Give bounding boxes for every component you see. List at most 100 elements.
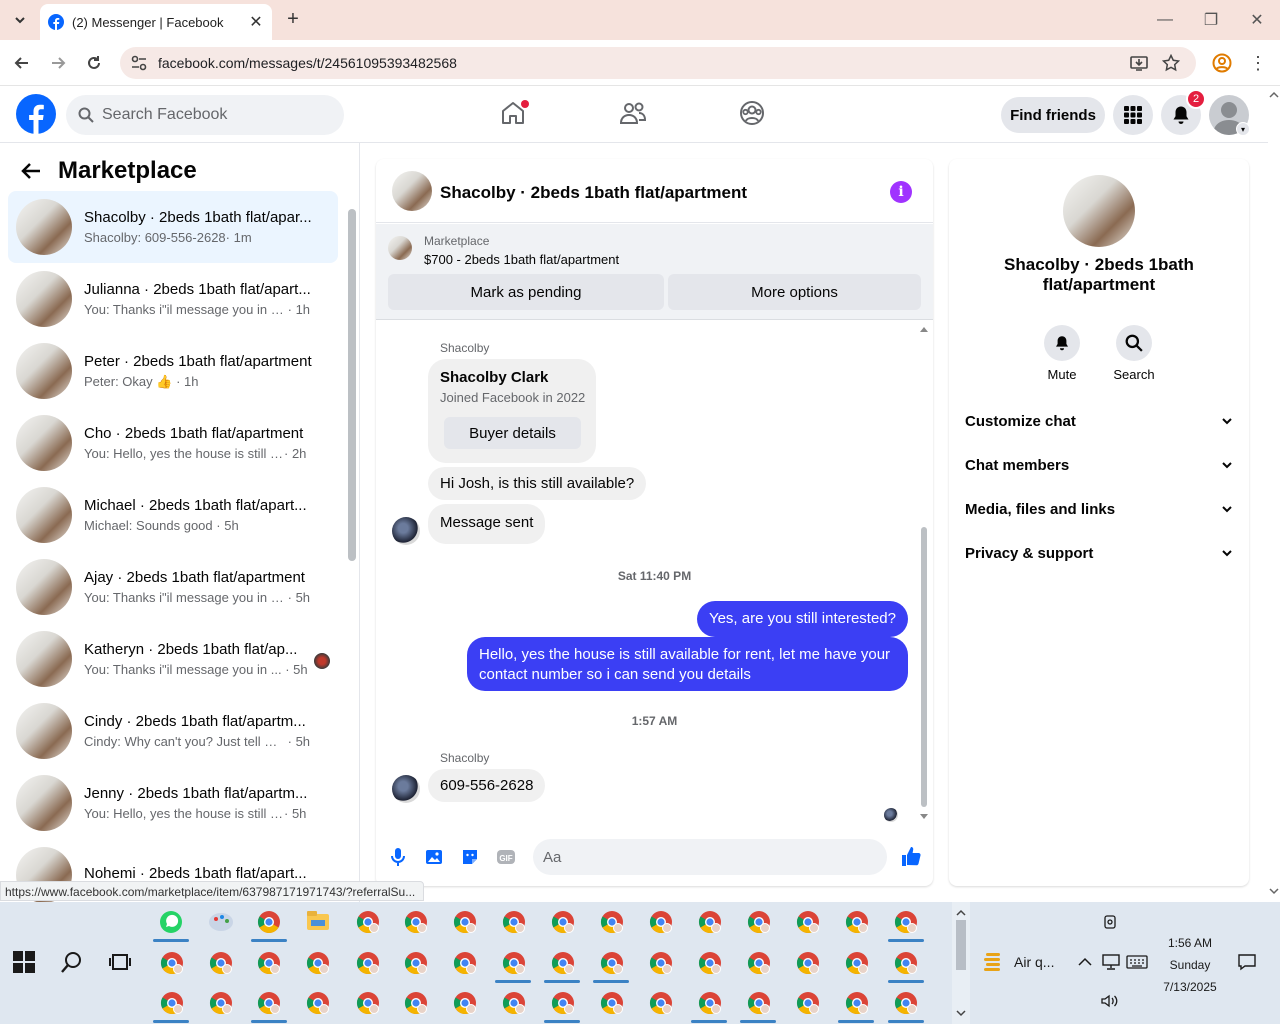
message-out[interactable]: Yes, are you still interested? bbox=[696, 601, 908, 637]
conversation-time: · 1m bbox=[225, 230, 252, 245]
sidebar-scrollbar-thumb[interactable] bbox=[348, 209, 356, 561]
conversation-preview: You: Thanks i"il message you in ... bbox=[84, 662, 282, 677]
message-in[interactable]: Message sent bbox=[428, 504, 546, 544]
find-friends-button[interactable]: Find friends bbox=[1001, 97, 1105, 133]
info-icon[interactable]: i bbox=[890, 181, 912, 203]
mark-pending-button[interactable]: Mark as pending bbox=[388, 274, 664, 310]
keyboard-icon[interactable] bbox=[1126, 955, 1148, 969]
conversation-item[interactable]: Cindy · 2beds 1bath flat/apartm... Cindy… bbox=[8, 695, 338, 767]
page-scrollbar[interactable] bbox=[1268, 87, 1280, 902]
tab-close-icon[interactable]: ✕ bbox=[248, 12, 264, 32]
conversation-item[interactable]: Jenny · 2beds 1bath flat/apartm... You: … bbox=[8, 767, 338, 839]
conversation-item[interactable]: Ajay · 2beds 1bath flat/apartment You: T… bbox=[8, 551, 338, 623]
conversation-item[interactable]: Michael · 2beds 1bath flat/apart... Mich… bbox=[8, 479, 338, 551]
facebook-logo-icon[interactable] bbox=[16, 94, 56, 134]
search-input[interactable] bbox=[102, 106, 332, 124]
conversation-time: · 5h bbox=[287, 734, 311, 749]
buyer-details-button[interactable]: Buyer details bbox=[444, 417, 581, 449]
new-tab-button[interactable]: + bbox=[282, 8, 304, 30]
taskbar-scrollbar[interactable] bbox=[952, 902, 970, 1024]
volume-icon[interactable] bbox=[1100, 993, 1118, 1009]
customize-chat-row[interactable]: Customize chat bbox=[965, 409, 1233, 433]
photo-icon[interactable] bbox=[424, 847, 444, 867]
chat-title[interactable]: Shacolby · 2beds 1bath flat/apartment bbox=[440, 183, 747, 203]
contact-avatar[interactable] bbox=[1063, 175, 1135, 247]
conversation-preview: Michael: Sounds good bbox=[84, 518, 213, 533]
conversation-item[interactable]: Cho · 2beds 1bath flat/apartment You: He… bbox=[8, 407, 338, 479]
profile-icon[interactable] bbox=[1212, 53, 1232, 73]
chat-scrollbar-thumb[interactable] bbox=[921, 527, 927, 807]
forward-button[interactable] bbox=[46, 51, 70, 75]
scroll-up-icon[interactable] bbox=[1268, 89, 1280, 101]
taskbar-search-icon[interactable] bbox=[60, 950, 84, 974]
weather-label[interactable]: Air q... bbox=[1014, 954, 1054, 970]
network-icon[interactable] bbox=[1102, 954, 1120, 970]
paint-icon bbox=[209, 913, 233, 931]
scroll-down-icon[interactable] bbox=[1268, 885, 1280, 897]
chat-scroll-down-icon[interactable] bbox=[919, 811, 929, 821]
meet-now-icon[interactable] bbox=[1102, 914, 1118, 930]
task-view-icon[interactable] bbox=[108, 950, 132, 974]
marketplace-sidebar: Marketplace Shacolby · 2beds 1bath flat/… bbox=[0, 143, 360, 902]
section-label: Media, files and links bbox=[965, 500, 1116, 518]
sender-avatar[interactable] bbox=[392, 517, 420, 545]
restore-button[interactable]: ❐ bbox=[1188, 0, 1234, 40]
conversation-time: · 1h bbox=[287, 302, 311, 317]
buyer-profile-card: Shacolby Clark Joined Facebook in 2022 B… bbox=[428, 359, 596, 463]
privacy-support-row[interactable]: Privacy & support bbox=[965, 541, 1233, 565]
browser-menu-button[interactable]: ⋮ bbox=[1249, 52, 1267, 74]
gif-icon[interactable]: GIF bbox=[496, 847, 516, 867]
groups-icon[interactable] bbox=[738, 99, 766, 127]
taskbar-apps[interactable] bbox=[148, 902, 940, 1024]
minimize-button[interactable]: — bbox=[1142, 0, 1188, 40]
chat-avatar[interactable] bbox=[392, 171, 432, 211]
more-options-button[interactable]: More options bbox=[668, 274, 921, 310]
account-chevron-icon[interactable]: ▾ bbox=[1236, 122, 1250, 136]
message-input[interactable] bbox=[543, 848, 843, 866]
reload-button[interactable] bbox=[82, 51, 106, 75]
media-files-row[interactable]: Media, files and links bbox=[965, 497, 1233, 521]
conversation-item[interactable]: Katheryn · 2beds 1bath flat/ap... You: T… bbox=[8, 623, 338, 695]
tab-search-dropdown[interactable] bbox=[8, 8, 32, 32]
message-in[interactable]: Hi Josh, is this still available? bbox=[428, 467, 647, 500]
search-action[interactable]: Search bbox=[1104, 325, 1164, 382]
mute-action[interactable]: Mute bbox=[1032, 325, 1092, 382]
search-label: Search bbox=[1113, 367, 1155, 382]
listing-thumbnail bbox=[16, 559, 72, 615]
back-arrow-icon[interactable] bbox=[20, 160, 42, 182]
facebook-search[interactable] bbox=[66, 95, 344, 135]
message-input-box[interactable] bbox=[533, 839, 887, 875]
friends-icon[interactable] bbox=[619, 99, 647, 127]
conversation-item[interactable]: Shacolby · 2beds 1bath flat/apar... Shac… bbox=[8, 191, 338, 263]
thumbs-up-icon[interactable] bbox=[900, 845, 922, 867]
site-settings-icon[interactable] bbox=[130, 54, 148, 72]
listing-title[interactable]: $700 - 2beds 1bath flat/apartment bbox=[424, 252, 619, 267]
back-button[interactable] bbox=[10, 51, 34, 75]
show-hidden-icons-icon[interactable] bbox=[1078, 957, 1092, 967]
install-app-icon[interactable] bbox=[1130, 54, 1148, 72]
notification-center-icon[interactable] bbox=[1237, 953, 1257, 971]
sticker-icon[interactable] bbox=[460, 847, 480, 867]
listing-thumbnail bbox=[16, 271, 72, 327]
message-out[interactable]: Hello, yes the house is still available … bbox=[467, 637, 908, 691]
omnibox[interactable]: facebook.com/messages/t/2456109539348256… bbox=[120, 47, 1196, 79]
close-window-button[interactable]: ✕ bbox=[1234, 0, 1280, 40]
message-in[interactable]: 609-556-2628 bbox=[428, 769, 546, 802]
conversation-name: Shacolby · 2beds 1bath flat/apar... bbox=[84, 209, 312, 226]
taskbar-clock[interactable]: 1:56 AM Sunday 7/13/2025 bbox=[1150, 932, 1230, 998]
sender-avatar[interactable] bbox=[392, 775, 420, 803]
chat-members-row[interactable]: Chat members bbox=[965, 453, 1233, 477]
menu-button[interactable] bbox=[1113, 95, 1153, 135]
conversation-item[interactable]: Peter · 2beds 1bath flat/apartment Peter… bbox=[8, 335, 338, 407]
home-notification-dot bbox=[521, 100, 529, 108]
windows-start-icon[interactable] bbox=[12, 950, 36, 974]
conversation-time: · 5h bbox=[216, 518, 239, 533]
url-text[interactable]: facebook.com/messages/t/2456109539348256… bbox=[158, 55, 457, 71]
conversation-item[interactable]: Julianna · 2beds 1bath flat/apart... You… bbox=[8, 263, 338, 335]
microphone-icon[interactable] bbox=[388, 847, 408, 867]
air-quality-icon[interactable] bbox=[982, 950, 1006, 974]
read-receipt-avatar bbox=[884, 808, 898, 822]
bookmark-star-icon[interactable] bbox=[1162, 54, 1180, 72]
browser-tab[interactable]: (2) Messenger | Facebook ✕ bbox=[40, 4, 272, 40]
chat-scroll-up-icon[interactable] bbox=[919, 325, 929, 335]
